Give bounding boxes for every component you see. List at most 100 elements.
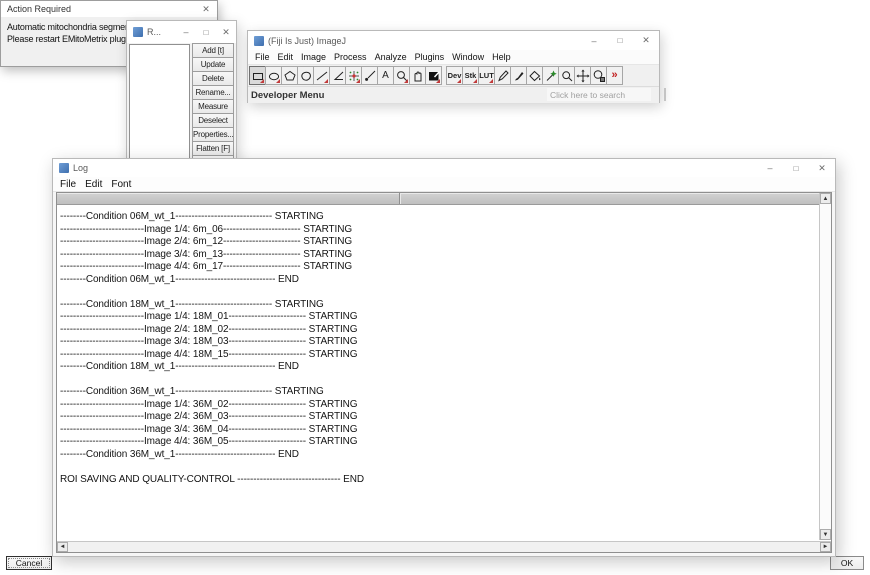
log-menu-edit[interactable]: Edit [82,179,108,190]
roi-properties-button[interactable]: Properties... [192,127,234,142]
dialog-window-controls: ✕ [195,1,217,17]
rectangle-tool-button[interactable] [249,66,266,85]
pencil-icon [496,69,510,83]
vertical-scrollbar[interactable]: ▲ ▼ [819,193,831,540]
menu-analyze[interactable]: Analyze [371,52,411,62]
fiji-minimize-button[interactable]: – [581,31,607,50]
roi-add-button[interactable]: Add [t] [192,43,234,58]
flood-fill-tool-button[interactable] [526,66,543,85]
roi-body: Add [t] Update Delete Rename... Measure … [129,44,234,162]
scroll-left-button[interactable]: ◄ [57,542,68,552]
angle-icon [331,69,345,83]
roi-list[interactable] [129,44,190,162]
fiji-main-window: (Fiji Is Just) ImageJ – □ ✕ File Edit Im… [247,30,660,103]
menu-edit[interactable]: Edit [274,52,298,62]
rectangle-icon [251,69,265,83]
roi-rename-button[interactable]: Rename... [192,85,234,100]
menu-plugins[interactable]: Plugins [411,52,449,62]
scroll-right-button[interactable]: ► [820,542,831,552]
magnifier-icon [395,69,409,83]
menu-file[interactable]: File [251,52,274,62]
roi-maximize-button[interactable]: □ [196,21,216,43]
dev-menu-tool-button[interactable]: Dev [446,66,463,85]
dev-menu-icon: Dev [448,71,462,80]
arrow-icon [544,69,558,83]
roi-button-column: Add [t] Update Delete Rename... Measure … [192,44,234,162]
angle-tool-button[interactable] [329,66,346,85]
log-minimize-button[interactable]: – [757,159,783,177]
log-menubar: File Edit Font [53,177,835,192]
cancel-button[interactable]: Cancel [6,556,52,570]
fiji-maximize-button[interactable]: □ [607,31,633,50]
lut-menu-tool-button[interactable]: LUT [478,66,495,85]
horizontal-scrollbar[interactable]: ◄ ► [57,541,831,552]
point-icon [347,69,361,83]
roi-close-button[interactable]: ✕ [216,21,236,43]
search-input[interactable] [547,88,664,101]
paintbrush-tool-button[interactable] [510,66,527,85]
overlay-brush-tool-button[interactable] [590,66,607,85]
zoom-tool-button[interactable] [393,66,410,85]
freehand-icon [299,69,313,83]
flood-fill-icon [528,69,542,83]
fiji-titlebar[interactable]: (Fiji Is Just) ImageJ – □ ✕ [248,31,659,50]
fiji-window-icon [254,36,264,46]
roi-window-title: R... [147,27,161,37]
color-picker-icon [427,69,441,83]
text-tool-button[interactable]: A [377,66,394,85]
roi-titlebar[interactable]: R... – □ ✕ [127,21,236,43]
log-menu-file[interactable]: File [57,179,82,190]
roi-update-button[interactable]: Update [192,57,234,72]
dialog-titlebar[interactable]: Action Required ✕ [1,1,217,17]
magnifier2-tool-button[interactable] [558,66,575,85]
wand-icon [363,69,377,83]
stk-menu-icon: Stk [465,71,477,80]
menu-help[interactable]: Help [488,52,515,62]
hand-tool-button[interactable] [409,66,426,85]
roi-flatten-button[interactable]: Flatten [F] [192,141,234,156]
more-tools-button[interactable]: » [606,66,623,85]
status-text: Developer Menu [251,90,324,101]
log-titlebar[interactable]: Log – □ ✕ [53,159,835,177]
stk-menu-tool-button[interactable]: Stk [462,66,479,85]
more-tools-icon: » [611,70,617,81]
color-picker-tool-button[interactable] [425,66,442,85]
ok-button[interactable]: OK [830,556,864,570]
oval-tool-button[interactable] [265,66,282,85]
search-button[interactable] [664,88,666,101]
log-menu-font[interactable]: Font [108,179,137,190]
roi-minimize-button[interactable]: – [176,21,196,43]
move-cross-icon [576,69,590,83]
menu-window[interactable]: Window [448,52,488,62]
scroll-down-button[interactable]: ▼ [820,529,831,540]
dialog-close-button[interactable]: ✕ [195,1,217,17]
roi-measure-button[interactable]: Measure [192,99,234,114]
freehand-tool-button[interactable] [297,66,314,85]
line-tool-button[interactable] [313,66,330,85]
log-close-button[interactable]: ✕ [809,159,835,177]
text-tool-icon: A [382,70,389,81]
desktop: R... – □ ✕ Add [t] Update Delete Rename.… [0,0,870,575]
fiji-close-button[interactable]: ✕ [633,31,659,50]
roi-deselect-button[interactable]: Deselect [192,113,234,128]
fiji-statusbar: Developer Menu [248,87,659,103]
menu-image[interactable]: Image [297,52,330,62]
log-maximize-button[interactable]: □ [783,159,809,177]
roi-window-controls: – □ ✕ [176,21,236,43]
fiji-toolbar: A Dev Stk LUT [248,65,659,87]
roi-window-icon [133,27,143,37]
point-tool-button[interactable] [345,66,362,85]
polygon-tool-button[interactable] [281,66,298,85]
log-text-area[interactable]: --------Condition 06M_wt_1--------------… [57,206,818,540]
log-window: Log – □ ✕ File Edit Font --------Conditi… [52,158,836,557]
scrolling-tool-button[interactable] [574,66,591,85]
arrow-tool-button[interactable] [542,66,559,85]
pencil-tool-button[interactable] [494,66,511,85]
roi-manager-window: R... – □ ✕ Add [t] Update Delete Rename.… [126,20,237,163]
wand-tool-button[interactable] [361,66,378,85]
menu-process[interactable]: Process [330,52,371,62]
roi-delete-button[interactable]: Delete [192,71,234,86]
log-header-column-2 [400,193,819,204]
log-window-title: Log [73,163,88,173]
scroll-up-button[interactable]: ▲ [820,193,831,204]
